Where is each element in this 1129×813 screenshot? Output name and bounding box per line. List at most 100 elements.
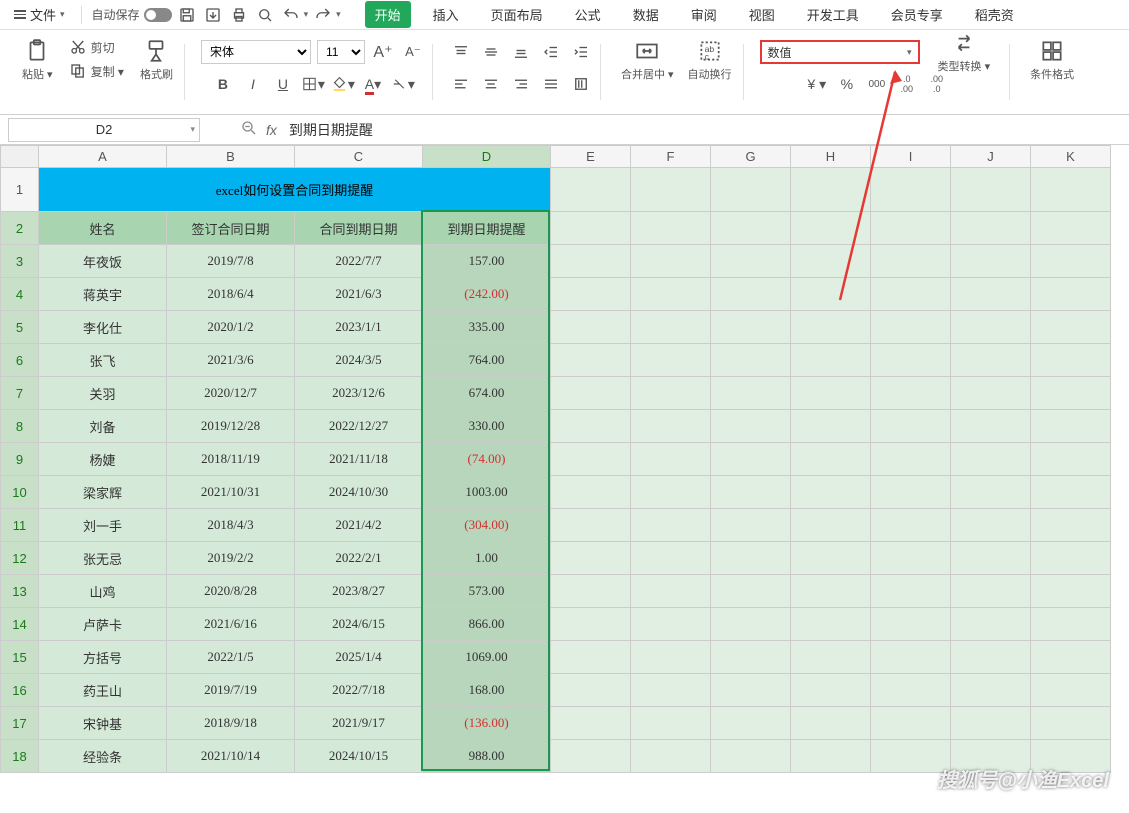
table-cell[interactable]: 2022/12/27 <box>295 410 423 443</box>
cell[interactable] <box>791 245 871 278</box>
cell[interactable] <box>631 575 711 608</box>
cell[interactable] <box>1031 212 1111 245</box>
grid[interactable]: ABCDEFGHIJK1excel如何设置合同到期提醒2姓名签订合同日期合同到期… <box>0 145 1129 773</box>
table-cell[interactable]: 2022/2/1 <box>295 542 423 575</box>
align-middle-button[interactable] <box>479 40 503 64</box>
clear-format-button[interactable]: ▾ <box>391 72 415 96</box>
cell[interactable] <box>791 212 871 245</box>
fill-color-button[interactable]: ▾ <box>331 72 355 96</box>
cell[interactable] <box>551 509 631 542</box>
cell[interactable] <box>711 344 791 377</box>
cell[interactable] <box>1031 674 1111 707</box>
table-cell[interactable]: 157.00 <box>423 245 551 278</box>
table-header-cell[interactable]: 到期日期提醒 <box>423 212 551 245</box>
cell[interactable] <box>631 443 711 476</box>
cell[interactable] <box>791 377 871 410</box>
cell[interactable] <box>711 509 791 542</box>
col-header-J[interactable]: J <box>951 146 1031 168</box>
cell[interactable] <box>951 641 1031 674</box>
tab-insert[interactable]: 插入 <box>423 1 469 28</box>
row-header-16[interactable]: 16 <box>1 674 39 707</box>
cond-format-button[interactable]: 条件格式 <box>1026 36 1078 84</box>
cell[interactable] <box>551 168 631 212</box>
increase-font-button[interactable]: A⁺ <box>371 40 395 64</box>
cell[interactable] <box>631 542 711 575</box>
cell[interactable] <box>1031 311 1111 344</box>
table-cell[interactable]: 蒋英宇 <box>39 278 167 311</box>
cell[interactable] <box>791 740 871 773</box>
cell[interactable] <box>951 344 1031 377</box>
table-cell[interactable]: 1003.00 <box>423 476 551 509</box>
table-cell[interactable]: 2019/7/19 <box>167 674 295 707</box>
orientation-button[interactable] <box>569 72 593 96</box>
tab-member[interactable]: 会员专享 <box>881 1 953 28</box>
cell[interactable] <box>551 575 631 608</box>
table-cell[interactable]: 573.00 <box>423 575 551 608</box>
cell[interactable] <box>631 740 711 773</box>
cell[interactable] <box>951 245 1031 278</box>
cell[interactable] <box>711 707 791 740</box>
table-cell[interactable]: 2022/1/5 <box>167 641 295 674</box>
cell[interactable] <box>1031 344 1111 377</box>
col-header-I[interactable]: I <box>871 146 951 168</box>
cell[interactable] <box>871 168 951 212</box>
cell[interactable] <box>1031 278 1111 311</box>
table-cell[interactable]: 张飞 <box>39 344 167 377</box>
cell[interactable] <box>551 278 631 311</box>
cell[interactable] <box>631 344 711 377</box>
file-menu[interactable]: 文件 ▾ <box>8 1 71 28</box>
print-button[interactable] <box>228 4 250 26</box>
table-header-cell[interactable]: 姓名 <box>39 212 167 245</box>
cell[interactable] <box>631 212 711 245</box>
cell[interactable] <box>1031 641 1111 674</box>
table-cell[interactable]: 2019/7/8 <box>167 245 295 278</box>
table-cell[interactable]: 张无忌 <box>39 542 167 575</box>
table-cell[interactable]: (242.00) <box>423 278 551 311</box>
row-header-9[interactable]: 9 <box>1 443 39 476</box>
cell[interactable] <box>711 377 791 410</box>
table-cell[interactable]: 刘一手 <box>39 509 167 542</box>
col-header-H[interactable]: H <box>791 146 871 168</box>
cell[interactable] <box>791 542 871 575</box>
cell[interactable] <box>871 245 951 278</box>
font-name-select[interactable]: 宋体 <box>201 40 311 64</box>
cell[interactable] <box>551 344 631 377</box>
cell[interactable] <box>551 245 631 278</box>
cell[interactable] <box>871 344 951 377</box>
merge-center-button[interactable]: 合并居中 ▾ <box>617 36 678 84</box>
increase-decimal-button[interactable]: .0.00 <box>895 72 919 96</box>
cell[interactable] <box>791 278 871 311</box>
table-cell[interactable]: 1069.00 <box>423 641 551 674</box>
percent-button[interactable]: % <box>835 72 859 96</box>
tab-formula[interactable]: 公式 <box>565 1 611 28</box>
table-cell[interactable]: 2024/10/30 <box>295 476 423 509</box>
table-cell[interactable]: 2021/11/18 <box>295 443 423 476</box>
row-header-13[interactable]: 13 <box>1 575 39 608</box>
table-cell[interactable]: 2023/1/1 <box>295 311 423 344</box>
formula-input[interactable] <box>285 120 685 140</box>
table-cell[interactable]: 2024/6/15 <box>295 608 423 641</box>
number-format-select[interactable]: 数值 ▾ <box>760 40 920 64</box>
cell[interactable] <box>951 707 1031 740</box>
row-header-17[interactable]: 17 <box>1 707 39 740</box>
cell[interactable] <box>631 674 711 707</box>
cell[interactable] <box>631 377 711 410</box>
cell[interactable] <box>951 311 1031 344</box>
cell[interactable] <box>871 641 951 674</box>
cell[interactable] <box>711 278 791 311</box>
table-header-cell[interactable]: 合同到期日期 <box>295 212 423 245</box>
currency-button[interactable]: ¥ ▾ <box>805 72 829 96</box>
table-cell[interactable]: 764.00 <box>423 344 551 377</box>
table-cell[interactable]: 866.00 <box>423 608 551 641</box>
row-header-5[interactable]: 5 <box>1 311 39 344</box>
col-header-K[interactable]: K <box>1031 146 1111 168</box>
cell[interactable] <box>551 542 631 575</box>
col-header-F[interactable]: F <box>631 146 711 168</box>
table-cell[interactable]: 674.00 <box>423 377 551 410</box>
cell[interactable] <box>871 476 951 509</box>
table-cell[interactable]: 宋钟基 <box>39 707 167 740</box>
cell[interactable] <box>871 377 951 410</box>
cell[interactable] <box>951 168 1031 212</box>
row-header-6[interactable]: 6 <box>1 344 39 377</box>
align-right-button[interactable] <box>509 72 533 96</box>
